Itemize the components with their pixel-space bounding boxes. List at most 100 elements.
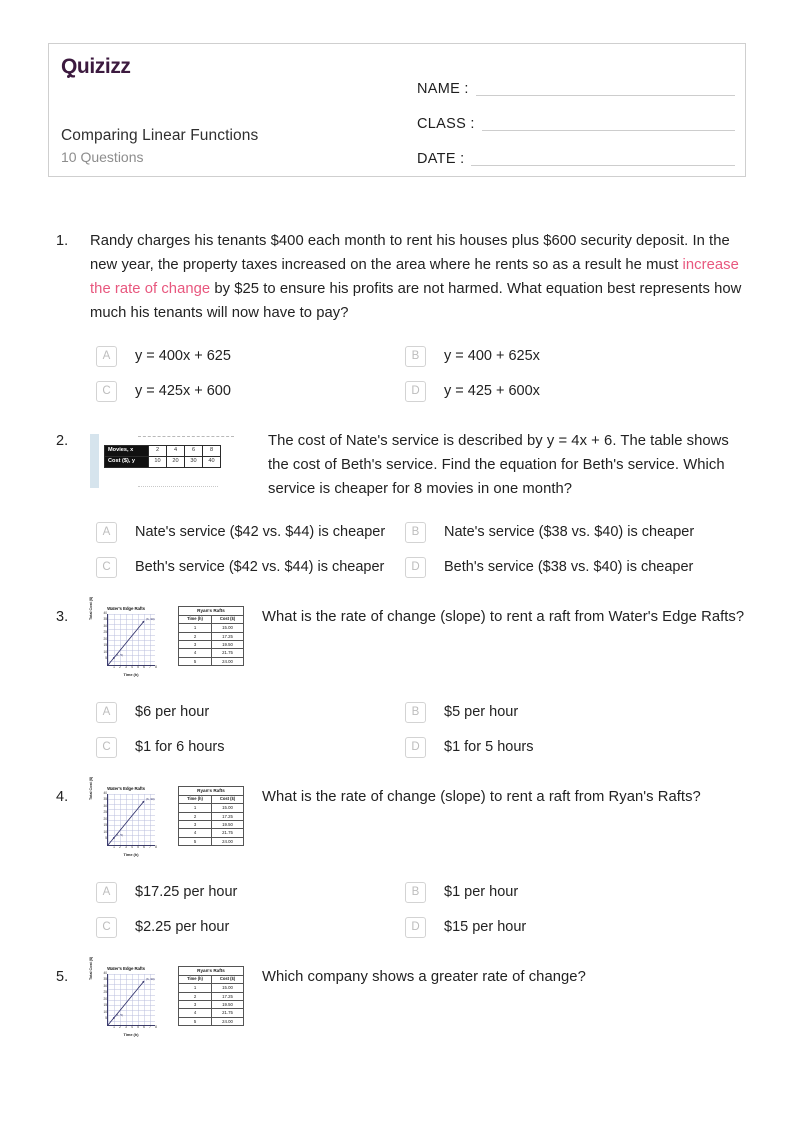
graph-y-tick: 10: [103, 649, 107, 654]
table-row: 3 19.50: [177, 639, 244, 650]
worksheet-header: Quizizz Comparing Linear Functions 10 Qu…: [48, 43, 746, 177]
question-3-figure: Water's Edge Rafts Total Cost ($) 40 35 …: [89, 596, 244, 682]
graph-point-label-low: (1, 5): [116, 832, 124, 837]
movies-cost-table-image: Movies, x 2 4 6 8 Cost ($), y 10 20 30 4…: [90, 429, 250, 492]
option-c-text: Beth's service ($42 vs. $44) is cheaper: [135, 559, 385, 576]
table-row: 2 17.25: [177, 631, 244, 641]
graph-y-tick: 35: [103, 797, 107, 802]
graph-x-tick: 4: [131, 1024, 133, 1029]
graph-x-tick: 7: [149, 844, 151, 849]
option-c-letter: C: [96, 556, 117, 578]
name-field-input[interactable]: [475, 94, 735, 96]
option-b-text: $1 per hour: [444, 884, 519, 901]
rafts-col-time: Time (h): [177, 975, 213, 985]
rafts-cell-cost: 17.25: [211, 631, 244, 641]
graph-y-tick: 5: [105, 836, 107, 841]
graph-x-tick: 6: [143, 844, 145, 849]
table-header-row: Time (h) Cost ($): [177, 975, 244, 985]
table-row: 3 19.50: [177, 999, 244, 1010]
question-2-options: A Nate's service ($42 vs. $44) is cheape…: [48, 521, 746, 578]
date-field-label: DATE :: [417, 151, 465, 167]
option-c[interactable]: C y = 425x + 600: [96, 380, 397, 402]
graph-x-tick: 5: [137, 1024, 139, 1029]
option-d-letter: D: [405, 380, 426, 402]
graph-y-tick: 40: [103, 790, 107, 795]
question-5-figure: Water's Edge Rafts Total Cost ($) 40 35 …: [89, 956, 244, 1042]
rafts-cell-time: 2: [177, 991, 213, 1001]
figure-edge-bar: [90, 433, 99, 488]
quiz-title: Comparing Linear Functions: [61, 127, 259, 144]
option-c[interactable]: C $1 for 6 hours: [96, 736, 397, 758]
graph-y-tick: 5: [105, 656, 107, 661]
graph-x-tick: 5: [137, 844, 139, 849]
option-b-text: $5 per hour: [444, 704, 519, 721]
table-row: Cost ($), y 10 20 30 40: [104, 455, 221, 468]
rafts-cell-cost: 21.75: [211, 1008, 244, 1018]
option-c[interactable]: C $2.25 per hour: [96, 916, 397, 938]
rafts-cell-time: 2: [177, 811, 213, 821]
option-d-text: $15 per hour: [444, 919, 527, 936]
option-a-letter: A: [96, 345, 117, 367]
option-row: A $17.25 per hour B $1 per hour: [96, 881, 698, 903]
table-row: 5 24.00: [177, 656, 244, 666]
graph-point-label-low: (1, 5): [116, 652, 124, 657]
graph-y-tick: 15: [103, 1003, 107, 1008]
date-field-input[interactable]: [471, 164, 735, 166]
graph-x-tick: 1: [113, 844, 115, 849]
rafts-cell-cost: 24.00: [211, 836, 244, 846]
question-5: 5. Water's Edge Rafts Total Cost ($) 40 …: [0, 956, 794, 1042]
option-row: C $1 for 6 hours D $1 for 5 hours: [96, 736, 698, 758]
question-2-figure: Movies, x 2 4 6 8 Cost ($), y 10 20 30 4…: [90, 429, 250, 492]
rafts-col-cost: Cost ($): [211, 615, 244, 625]
figure-dash-bottom: [138, 485, 218, 487]
option-d[interactable]: D Beth's service ($38 vs. $40) is cheape…: [397, 556, 698, 578]
ryans-rafts-table: Ryan's Rafts Time (h) Cost ($) 1 15.00 2…: [177, 785, 244, 846]
rafts-cell-cost: 24.00: [211, 656, 244, 666]
option-a[interactable]: A $17.25 per hour: [96, 881, 397, 903]
cost-cell: 20: [166, 455, 185, 468]
figure-dash-top: [138, 435, 234, 437]
movies-table: Movies, x 2 4 6 8 Cost ($), y 10 20 30 4…: [104, 444, 221, 468]
quizizz-logo-text: Quizizz: [61, 55, 131, 78]
graph-y-axis-label: Total Cost ($): [89, 956, 93, 980]
graph-x-tick: 5: [137, 664, 139, 669]
graph-x-tick: 8: [155, 664, 157, 669]
option-a[interactable]: A Nate's service ($42 vs. $44) is cheape…: [96, 521, 397, 543]
rafts-col-cost: Cost ($): [211, 975, 244, 985]
option-d[interactable]: D y = 425 + 600x: [397, 380, 698, 402]
ryans-rafts-table: Ryan's Rafts Time (h) Cost ($) 1 15.00 2…: [177, 605, 244, 666]
graph-x-tick: 7: [149, 664, 151, 669]
question-4-number: 4.: [56, 788, 69, 805]
option-b[interactable]: B y = 400 + 625x: [397, 345, 698, 367]
option-b-letter: B: [405, 345, 426, 367]
option-b[interactable]: B $1 per hour: [397, 881, 698, 903]
class-field-input[interactable]: [481, 129, 735, 131]
option-a[interactable]: A $6 per hour: [96, 701, 397, 723]
option-a[interactable]: A y = 400x + 625: [96, 345, 397, 367]
option-b[interactable]: B Nate's service ($38 vs. $40) is cheape…: [397, 521, 698, 543]
graph-x-tick: 8: [155, 844, 157, 849]
option-a-text: Nate's service ($42 vs. $44) is cheaper: [135, 524, 386, 541]
rafts-table-caption: Ryan's Rafts: [178, 965, 244, 977]
header-left: Quizizz Comparing Linear Functions 10 Qu…: [61, 56, 401, 167]
question-3-options: A $6 per hour B $5 per hour C $1 for 6 h…: [48, 701, 746, 758]
quizizz-logo: Quizizz: [61, 55, 131, 78]
table-row: 1 15.00: [177, 983, 244, 993]
option-c[interactable]: C Beth's service ($42 vs. $44) is cheape…: [96, 556, 397, 578]
graph-x-tick: 1: [113, 1024, 115, 1029]
option-c-text: $1 for 6 hours: [135, 739, 225, 756]
rafts-cell-cost: 17.25: [211, 991, 244, 1001]
option-d[interactable]: D $15 per hour: [397, 916, 698, 938]
option-b-letter: B: [405, 521, 426, 543]
question-1-number: 1.: [56, 233, 69, 249]
rafts-cell-time: 5: [177, 656, 213, 666]
rafts-table-caption: Ryan's Rafts: [178, 605, 244, 617]
graph-y-tick: 35: [103, 977, 107, 982]
ryans-rafts-table-image: Ryan's Rafts Time (h) Cost ($) 1 15.00 2…: [177, 785, 244, 846]
graph-x-tick: 6: [143, 664, 145, 669]
option-c-letter: C: [96, 916, 117, 938]
rafts-cell-time: 1: [177, 623, 213, 633]
option-b[interactable]: B $5 per hour: [397, 701, 698, 723]
option-d[interactable]: D $1 for 5 hours: [397, 736, 698, 758]
graph-y-tick: 25: [103, 810, 107, 815]
